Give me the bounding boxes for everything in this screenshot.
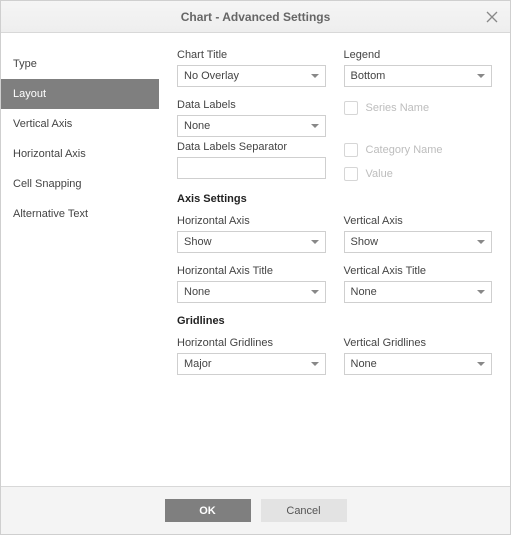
chart-title-select[interactable]: No Overlay (177, 65, 326, 87)
data-labels-separator-input[interactable] (177, 157, 326, 179)
ok-button[interactable]: OK (165, 499, 251, 522)
tab-nav: Type Layout Vertical Axis Horizontal Axi… (1, 33, 159, 486)
chevron-down-icon (477, 290, 485, 294)
legend-value: Bottom (351, 70, 478, 82)
titlebar: Chart - Advanced Settings (1, 1, 510, 33)
horizontal-gridlines-select[interactable]: Major (177, 353, 326, 375)
horizontal-axis-title-label: Horizontal Axis Title (177, 265, 326, 277)
horizontal-axis-title-select[interactable]: None (177, 281, 326, 303)
chart-title-label: Chart Title (177, 49, 326, 61)
footer: OK Cancel (1, 486, 510, 534)
data-labels-separator-label: Data Labels Separator (177, 141, 326, 153)
series-name-label: Series Name (366, 102, 430, 114)
checkbox-box-icon (344, 101, 358, 115)
data-labels-value: None (184, 120, 311, 132)
cancel-button[interactable]: Cancel (261, 499, 347, 522)
data-labels-select[interactable]: None (177, 115, 326, 137)
legend-label: Legend (344, 49, 493, 61)
window-title: Chart - Advanced Settings (181, 10, 331, 24)
horizontal-gridlines-value: Major (184, 358, 311, 370)
tab-horizontal-axis[interactable]: Horizontal Axis (1, 139, 159, 169)
tab-vertical-axis[interactable]: Vertical Axis (1, 109, 159, 139)
chevron-down-icon (311, 124, 319, 128)
tab-cell-snapping[interactable]: Cell Snapping (1, 169, 159, 199)
checkbox-box-icon (344, 167, 358, 181)
legend-select[interactable]: Bottom (344, 65, 493, 87)
body: Type Layout Vertical Axis Horizontal Axi… (1, 33, 510, 486)
vertical-axis-title-value: None (351, 286, 478, 298)
chevron-down-icon (477, 362, 485, 366)
vertical-axis-value: Show (351, 236, 478, 248)
chart-advanced-settings-dialog: Chart - Advanced Settings Type Layout Ve… (0, 0, 511, 535)
checkbox-category-name: Category Name (344, 143, 493, 157)
checkbox-box-icon (344, 143, 358, 157)
horizontal-axis-select[interactable]: Show (177, 231, 326, 253)
tab-alternative-text[interactable]: Alternative Text (1, 199, 159, 229)
tab-type[interactable]: Type (1, 49, 159, 79)
layout-panel: Chart Title No Overlay Legend Bottom (159, 33, 510, 486)
chevron-down-icon (477, 240, 485, 244)
value-label: Value (366, 168, 393, 180)
chevron-down-icon (311, 290, 319, 294)
checkbox-value: Value (344, 167, 493, 181)
vertical-gridlines-select[interactable]: None (344, 353, 493, 375)
chevron-down-icon (311, 240, 319, 244)
horizontal-axis-value: Show (184, 236, 311, 248)
horizontal-axis-title-value: None (184, 286, 311, 298)
horizontal-gridlines-label: Horizontal Gridlines (177, 337, 326, 349)
chevron-down-icon (311, 74, 319, 78)
gridlines-heading: Gridlines (177, 315, 492, 327)
horizontal-axis-label: Horizontal Axis (177, 215, 326, 227)
vertical-axis-select[interactable]: Show (344, 231, 493, 253)
checkbox-series-name: Series Name (344, 101, 493, 115)
chevron-down-icon (311, 362, 319, 366)
vertical-axis-title-select[interactable]: None (344, 281, 493, 303)
axis-settings-heading: Axis Settings (177, 193, 492, 205)
tab-layout[interactable]: Layout (1, 79, 159, 109)
category-name-label: Category Name (366, 144, 443, 156)
data-labels-label: Data Labels (177, 99, 326, 111)
vertical-gridlines-label: Vertical Gridlines (344, 337, 493, 349)
chevron-down-icon (477, 74, 485, 78)
chart-title-value: No Overlay (184, 70, 311, 82)
vertical-axis-title-label: Vertical Axis Title (344, 265, 493, 277)
vertical-gridlines-value: None (351, 358, 478, 370)
close-icon[interactable] (482, 7, 502, 27)
vertical-axis-label: Vertical Axis (344, 215, 493, 227)
